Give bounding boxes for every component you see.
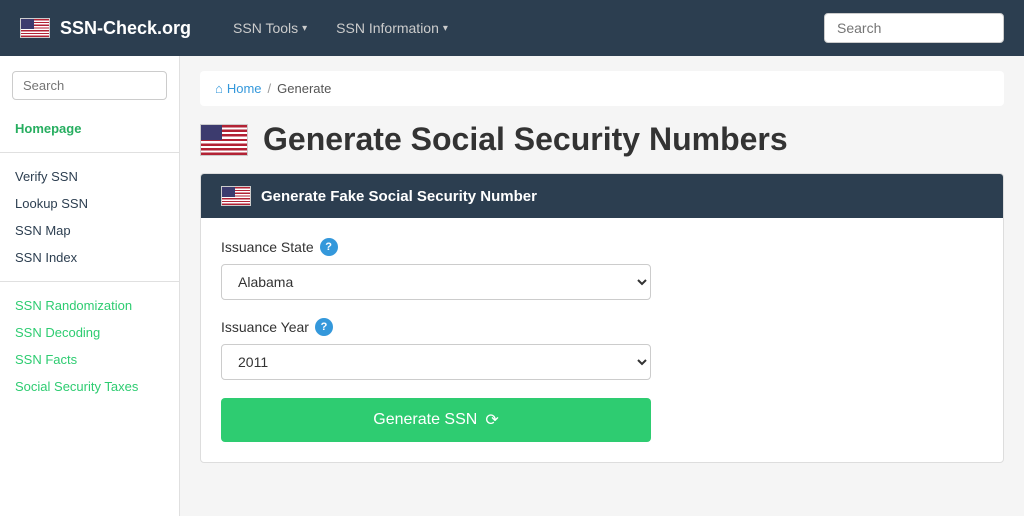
sidebar-item-homepage[interactable]: Homepage xyxy=(0,115,179,142)
list-item: SSN Index xyxy=(0,244,179,271)
list-item: Verify SSN xyxy=(0,163,179,190)
brand-logo[interactable]: SSN-Check.org xyxy=(20,18,191,39)
form-header-flag-icon xyxy=(221,186,251,206)
ssn-tools-caret-icon: ▾ xyxy=(302,23,307,34)
sidebar-item-social-security-taxes[interactable]: Social Security Taxes xyxy=(0,373,179,400)
page-title-row: Generate Social Security Numbers xyxy=(200,121,1004,158)
sidebar-search-input[interactable] xyxy=(12,71,167,100)
sidebar-divider-1 xyxy=(0,152,179,153)
list-item: SSN Decoding xyxy=(0,319,179,346)
issuance-state-label: Issuance State ? xyxy=(221,238,983,256)
sidebar-nav: Homepage Verify SSN Lookup SSN SSN Map S… xyxy=(0,115,179,400)
navbar: SSN-Check.org SSN Tools ▾ SSN Informatio… xyxy=(0,0,1024,56)
refresh-icon: ⟳ xyxy=(485,410,498,430)
sidebar-item-verify-ssn[interactable]: Verify SSN xyxy=(0,163,179,190)
sidebar-item-ssn-index[interactable]: SSN Index xyxy=(0,244,179,271)
home-icon: ⌂ xyxy=(215,81,223,96)
list-item: SSN Randomization xyxy=(0,292,179,319)
breadcrumb-home-label: Home xyxy=(227,81,262,96)
sidebar-item-ssn-map[interactable]: SSN Map xyxy=(0,217,179,244)
sidebar-search-container xyxy=(0,71,179,115)
issuance-state-group: Issuance State ? Alabama Alaska Arizona … xyxy=(221,238,983,300)
sidebar-item-ssn-facts[interactable]: SSN Facts xyxy=(0,346,179,373)
brand-name: SSN-Check.org xyxy=(60,18,191,39)
sidebar-item-lookup-ssn[interactable]: Lookup SSN xyxy=(0,190,179,217)
navbar-search-container xyxy=(824,13,1004,43)
issuance-state-label-text: Issuance State xyxy=(221,239,314,255)
nav-links: SSN Tools ▾ SSN Information ▾ xyxy=(221,12,460,44)
issuance-state-select[interactable]: Alabama Alaska Arizona Arkansas Californ… xyxy=(221,264,651,300)
page-title: Generate Social Security Numbers xyxy=(263,121,788,158)
issuance-year-group: Issuance Year ? 2011 2010 2009 2008 2007 xyxy=(221,318,983,380)
issuance-year-label-text: Issuance Year xyxy=(221,319,309,335)
list-item: SSN Facts xyxy=(0,346,179,373)
list-item: SSN Map xyxy=(0,217,179,244)
breadcrumb-current: Generate xyxy=(277,81,331,96)
list-item: Homepage xyxy=(0,115,179,142)
main-content: ⌂ Home / Generate Generate Social Securi… xyxy=(180,56,1024,516)
generate-ssn-button-label: Generate SSN xyxy=(373,411,477,429)
breadcrumb-home-link[interactable]: ⌂ Home xyxy=(215,81,262,96)
nav-ssn-information[interactable]: SSN Information ▾ xyxy=(324,12,460,44)
nav-ssn-tools[interactable]: SSN Tools ▾ xyxy=(221,12,319,44)
ssn-information-caret-icon: ▾ xyxy=(443,23,448,34)
list-item: Social Security Taxes xyxy=(0,373,179,400)
list-item: Lookup SSN xyxy=(0,190,179,217)
form-card: Generate Fake Social Security Number Iss… xyxy=(200,173,1004,463)
form-card-header-title: Generate Fake Social Security Number xyxy=(261,188,537,205)
page-title-flag-icon xyxy=(200,124,248,156)
breadcrumb-separator: / xyxy=(268,81,272,96)
navbar-flag-icon xyxy=(20,18,50,38)
page-layout: Homepage Verify SSN Lookup SSN SSN Map S… xyxy=(0,56,1024,516)
sidebar-item-ssn-decoding[interactable]: SSN Decoding xyxy=(0,319,179,346)
nav-ssn-information-label: SSN Information xyxy=(336,20,439,36)
form-card-body: Issuance State ? Alabama Alaska Arizona … xyxy=(201,218,1003,462)
form-card-header: Generate Fake Social Security Number xyxy=(201,174,1003,218)
navbar-search-input[interactable] xyxy=(824,13,1004,43)
sidebar-item-ssn-randomization[interactable]: SSN Randomization xyxy=(0,292,179,319)
sidebar-divider-2 xyxy=(0,281,179,282)
breadcrumb: ⌂ Home / Generate xyxy=(200,71,1004,106)
issuance-year-select[interactable]: 2011 2010 2009 2008 2007 xyxy=(221,344,651,380)
nav-ssn-tools-label: SSN Tools xyxy=(233,20,298,36)
sidebar: Homepage Verify SSN Lookup SSN SSN Map S… xyxy=(0,56,180,516)
issuance-year-help-icon[interactable]: ? xyxy=(315,318,333,336)
generate-ssn-button[interactable]: Generate SSN ⟳ xyxy=(221,398,651,442)
issuance-state-help-icon[interactable]: ? xyxy=(320,238,338,256)
issuance-year-label: Issuance Year ? xyxy=(221,318,983,336)
